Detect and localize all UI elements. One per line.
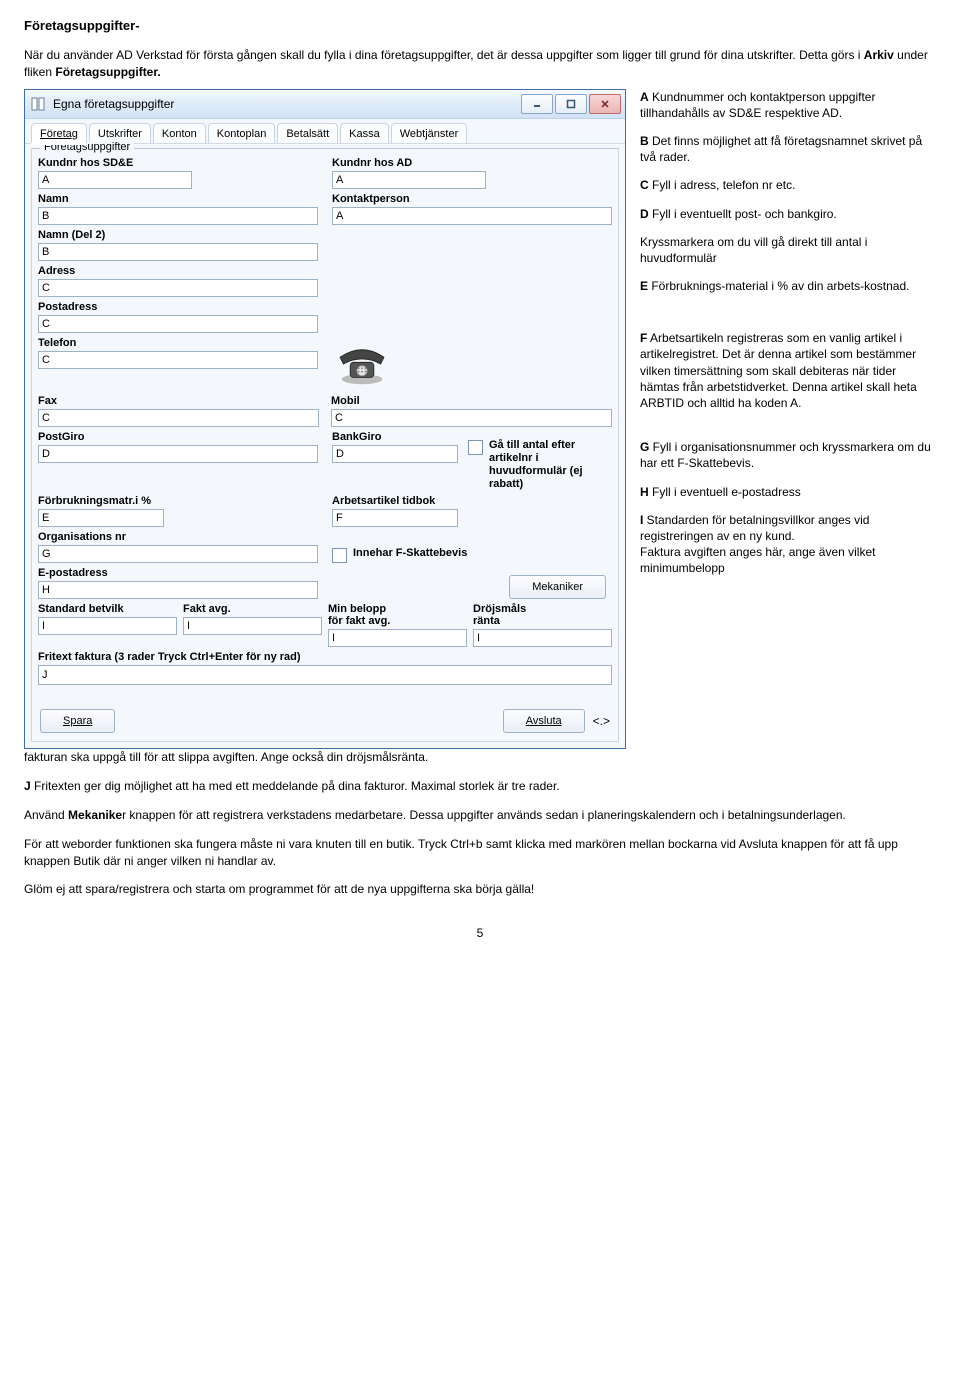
label-fakt-avg: Fakt avg. (183, 603, 322, 615)
label-orgnr: Organisations nr (38, 531, 318, 543)
tab-utskrifter[interactable]: Utskrifter (89, 123, 151, 143)
spara-button[interactable]: Spara (40, 709, 115, 733)
tab-kontoplan[interactable]: Kontoplan (208, 123, 276, 143)
input-kundnr-sde[interactable]: A (38, 171, 192, 189)
label-namn: Namn (38, 193, 318, 205)
label-arbetsartikel: Arbetsartikel tidbok (332, 495, 458, 507)
window-title: Egna företagsuppgifter (53, 97, 521, 111)
checkbox-label-fskatt: Innehar F-Skattebevis (353, 547, 467, 560)
intro-bold-1: Arkiv (864, 48, 894, 62)
legend-g: G Fyll i organisationsnummer och kryssma… (640, 439, 934, 471)
legend-d: D Fyll i eventuellt post- och bankgiro. (640, 206, 934, 222)
input-namn[interactable]: B (38, 207, 318, 225)
minimize-button[interactable] (521, 94, 553, 114)
maximize-button[interactable] (555, 94, 587, 114)
input-std-betvilk[interactable]: I (38, 617, 177, 635)
input-postadress[interactable]: C (38, 315, 318, 333)
intro-text-1: När du använder AD Verkstad för första g… (24, 48, 864, 62)
dialog-window: Egna företagsuppgifter Företag Utskrifte… (24, 89, 626, 750)
groupbox-foretagsuppgifter: Företagsuppgifter Kundnr hos SD&E A Kund… (31, 148, 619, 743)
legend-f: F Arbetsartikeln registreras som en vanl… (640, 330, 934, 411)
legend-b: B Det finns möjlighet att få företagsnam… (640, 133, 934, 165)
avsluta-button[interactable]: Avsluta (503, 709, 585, 733)
label-forbruk: Förbrukningsmatr.i % (38, 495, 318, 507)
legend-i: I Standarden för betalningsvillkor anges… (640, 512, 934, 577)
close-button[interactable] (589, 94, 621, 114)
label-telefon: Telefon (38, 337, 318, 349)
after-p3: Använd Mekaniker knappen för att registr… (24, 807, 936, 824)
label-epost: E-postadress (38, 567, 318, 579)
phone-icon (332, 337, 392, 391)
label-kontaktperson: Kontaktperson (332, 193, 612, 205)
input-bankgiro[interactable]: D (332, 445, 458, 463)
label-min-belopp: Min belopp för fakt avg. (328, 603, 467, 627)
label-postgiro: PostGiro (38, 431, 318, 443)
input-telefon[interactable]: C (38, 351, 318, 369)
after-p5: Glöm ej att spara/registrera och starta … (24, 881, 936, 898)
after-p2: J Fritexten ger dig möjlighet att ha med… (24, 778, 936, 795)
label-kundnr-sde: Kundnr hos SD&E (38, 157, 318, 169)
checkbox-label-antal: Gå till antal efter artikelnr i huvudfor… (489, 439, 612, 492)
input-arbetsartikel[interactable]: F (332, 509, 458, 527)
label-drojs: Dröjsmåls ränta (473, 603, 612, 627)
legend-a: A Kundnummer och kontaktperson uppgifter… (640, 89, 934, 121)
input-epost[interactable]: H (38, 581, 318, 599)
legend-kryss: Kryssmarkera om du vill gå direkt till a… (640, 234, 934, 266)
input-fritext[interactable]: J (38, 665, 612, 685)
input-fax[interactable]: C (38, 409, 319, 427)
legend-c: C Fyll i adress, telefon nr etc. (640, 177, 934, 193)
tab-foretag[interactable]: Företag (31, 123, 87, 143)
input-namn-del2[interactable]: B (38, 243, 318, 261)
input-postgiro[interactable]: D (38, 445, 318, 463)
input-min-belopp[interactable]: I (328, 629, 467, 647)
label-postadress: Postadress (38, 301, 318, 313)
mekaniker-button[interactable]: Mekaniker (509, 575, 606, 599)
label-adress: Adress (38, 265, 318, 277)
input-adress[interactable]: C (38, 279, 318, 297)
ltgt-indicator: <.> (593, 714, 610, 728)
after-p1: fakturan ska uppgå till för att slippa a… (24, 749, 936, 766)
label-bankgiro: BankGiro (332, 431, 458, 443)
input-fakt-avg[interactable]: I (183, 617, 322, 635)
legend-h: H Fyll i eventuell e-postadress (640, 484, 934, 500)
checkbox-ga-till-antal[interactable] (468, 440, 483, 455)
tab-betalsatt[interactable]: Betalsätt (277, 123, 338, 143)
input-kundnr-ad[interactable]: A (332, 171, 486, 189)
after-p4: För att weborder funktionen ska fungera … (24, 836, 936, 870)
label-fax: Fax (38, 395, 319, 407)
tab-konton[interactable]: Konton (153, 123, 206, 143)
tab-kassa[interactable]: Kassa (340, 123, 389, 143)
label-std-betvilk: Standard betvilk (38, 603, 177, 615)
input-forbruk[interactable]: E (38, 509, 164, 527)
tab-webtjanster[interactable]: Webtjänster (391, 123, 468, 143)
checkbox-fskatt[interactable] (332, 548, 347, 563)
input-kontaktperson[interactable]: A (332, 207, 612, 225)
input-orgnr[interactable]: G (38, 545, 318, 563)
input-drojs[interactable]: I (473, 629, 612, 647)
label-kundnr-ad: Kundnr hos AD (332, 157, 612, 169)
intro-bold-2: Företagsuppgifter. (55, 65, 160, 79)
intro-paragraph: När du använder AD Verkstad för första g… (24, 47, 936, 81)
book-icon (29, 95, 47, 113)
page-heading: Företagsuppgifter- (24, 18, 936, 33)
legend-e: E Förbruknings-​material i % av din arbe… (640, 278, 934, 294)
titlebar: Egna företagsuppgifter (25, 90, 625, 119)
page-number: 5 (24, 926, 936, 940)
label-mobil: Mobil (331, 395, 612, 407)
input-mobil[interactable]: C (331, 409, 612, 427)
label-fritext: Fritext faktura (3 rader Tryck Ctrl+Ente… (38, 651, 612, 663)
label-namn-del2: Namn (Del 2) (38, 229, 318, 241)
